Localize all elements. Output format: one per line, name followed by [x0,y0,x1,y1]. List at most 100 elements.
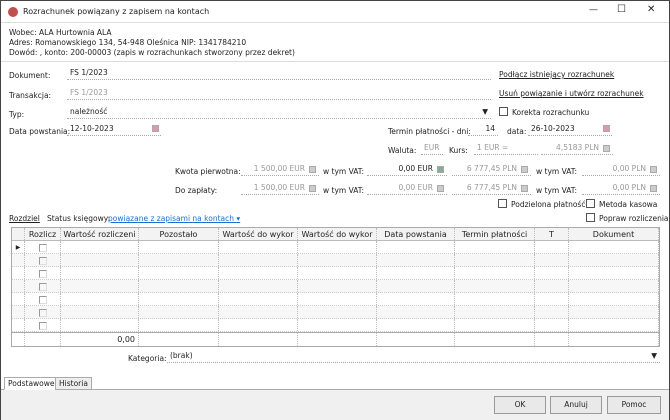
grid-cell[interactable] [455,280,535,292]
grid-cell[interactable] [25,306,61,318]
calculator-icon[interactable] [437,184,444,192]
grid-cell[interactable] [219,280,298,292]
grid-cell[interactable] [455,267,535,279]
grid-cell[interactable] [535,306,569,318]
grid-cell[interactable] [61,306,139,318]
grid-cell[interactable] [455,293,535,305]
grid-cell[interactable] [139,241,219,253]
grid-cell[interactable] [535,280,569,292]
grid-cell[interactable] [377,293,455,305]
grid-cell[interactable] [219,267,298,279]
grid-cell[interactable] [219,319,298,331]
grid-cell[interactable] [25,293,61,305]
tab-podstawowe[interactable]: Podstawowe [4,377,59,390]
grid-cell[interactable] [25,241,61,253]
kategoria-select[interactable]: (brak) ▼ [167,350,660,363]
grid-cell[interactable] [25,319,61,331]
grid-cell[interactable] [377,319,455,331]
ok-button[interactable]: OK [494,396,546,414]
grid-cell[interactable] [61,293,139,305]
kurs-input[interactable]: 4,5183 PLN [541,142,613,155]
calculator-icon[interactable] [437,165,444,173]
grid-cell[interactable] [139,254,219,266]
grid-cell[interactable] [219,293,298,305]
zaplata-input[interactable]: 1 500,00 EUR [241,182,319,195]
grid-cell[interactable] [377,241,455,253]
status-dropdown[interactable]: powiązane z zapisami na kontach ▾ [108,214,240,223]
maximize-button[interactable]: ☐ [617,4,626,15]
column-header[interactable]: Data powstania [377,228,455,240]
grid-cell[interactable] [569,293,659,305]
zaplata-pln-input[interactable]: 6 777,45 PLN [452,182,531,195]
calculator-icon[interactable] [521,165,528,173]
podlacz-link[interactable]: Podłącz istniejący rozrachunek [499,70,614,79]
metoda-kasowa-checkbox[interactable] [586,199,595,208]
rozlicz-checkbox[interactable] [38,269,47,278]
grid-cell[interactable] [535,319,569,331]
close-button[interactable]: ✕ [647,4,655,15]
popraw-checkbox[interactable] [586,213,595,222]
grid-cell[interactable] [219,241,298,253]
grid-cell[interactable] [569,319,659,331]
korekta-checkbox[interactable] [499,107,508,116]
grid-cell[interactable] [139,293,219,305]
cancel-button[interactable]: Anuluj [550,396,602,414]
column-header[interactable]: Rozlicz [25,228,61,240]
rozlicz-checkbox[interactable] [38,243,47,252]
calculator-icon[interactable] [309,184,316,192]
rozlicz-checkbox[interactable] [38,282,47,291]
kwota-vat-input[interactable]: 0,00 EUR [367,163,447,176]
grid-cell[interactable] [455,254,535,266]
calculator-icon[interactable] [650,165,657,173]
table-row[interactable] [12,293,659,306]
grid-cell[interactable] [455,241,535,253]
termin-dni-input[interactable]: 14 [468,123,498,136]
minimize-button[interactable]: — [589,5,598,15]
grid-cell[interactable] [139,267,219,279]
column-header[interactable]: T [535,228,569,240]
grid-cell[interactable] [298,241,377,253]
grid-cell[interactable] [61,254,139,266]
tab-historia[interactable]: Historia [55,377,92,390]
grid-cell[interactable] [298,254,377,266]
grid-cell[interactable] [298,293,377,305]
table-row[interactable] [12,267,659,280]
grid-cell[interactable] [61,267,139,279]
calendar-icon[interactable] [603,125,610,132]
calculator-icon[interactable] [603,144,610,152]
dokument-input[interactable]: FS 1/2023 [67,67,491,80]
grid-cell[interactable] [377,306,455,318]
grid-cell[interactable] [569,254,659,266]
podzielona-checkbox[interactable] [498,199,507,208]
table-row[interactable] [12,306,659,319]
grid-cell[interactable] [61,241,139,253]
grid-cell[interactable] [61,280,139,292]
grid-cell[interactable] [455,306,535,318]
grid-cell[interactable] [455,319,535,331]
column-header[interactable]: Dokument [569,228,659,240]
waluta-input[interactable]: EUR [421,142,443,155]
grid-cell[interactable] [25,267,61,279]
rozdziel-link[interactable]: Rozdziel [9,214,40,223]
rozlicz-checkbox[interactable] [38,295,47,304]
grid-cell[interactable] [25,254,61,266]
column-header[interactable]: Wartość do wykor [219,228,298,240]
grid-cell[interactable] [377,267,455,279]
grid-cell[interactable] [569,306,659,318]
grid-cell[interactable] [139,280,219,292]
kwota-input[interactable]: 1 500,00 EUR [241,163,319,176]
grid-cell[interactable] [569,267,659,279]
table-row[interactable]: ▶ [12,241,659,254]
grid-cell[interactable] [377,280,455,292]
grid-cell[interactable] [535,254,569,266]
zaplata-vat-input[interactable]: 0,00 EUR [367,182,447,195]
help-button[interactable]: Pomoc [607,396,661,414]
kwota-vat-pln-input[interactable]: 0,00 PLN [582,163,660,176]
grid-cell[interactable] [569,241,659,253]
grid-cell[interactable] [219,254,298,266]
grid-cell[interactable] [139,306,219,318]
grid-cell[interactable] [25,280,61,292]
grid-cell[interactable] [377,254,455,266]
transakcja-input[interactable]: FS 1/2023 [67,87,491,100]
zaplata-vat-pln-input[interactable]: 0,00 PLN [582,182,660,195]
